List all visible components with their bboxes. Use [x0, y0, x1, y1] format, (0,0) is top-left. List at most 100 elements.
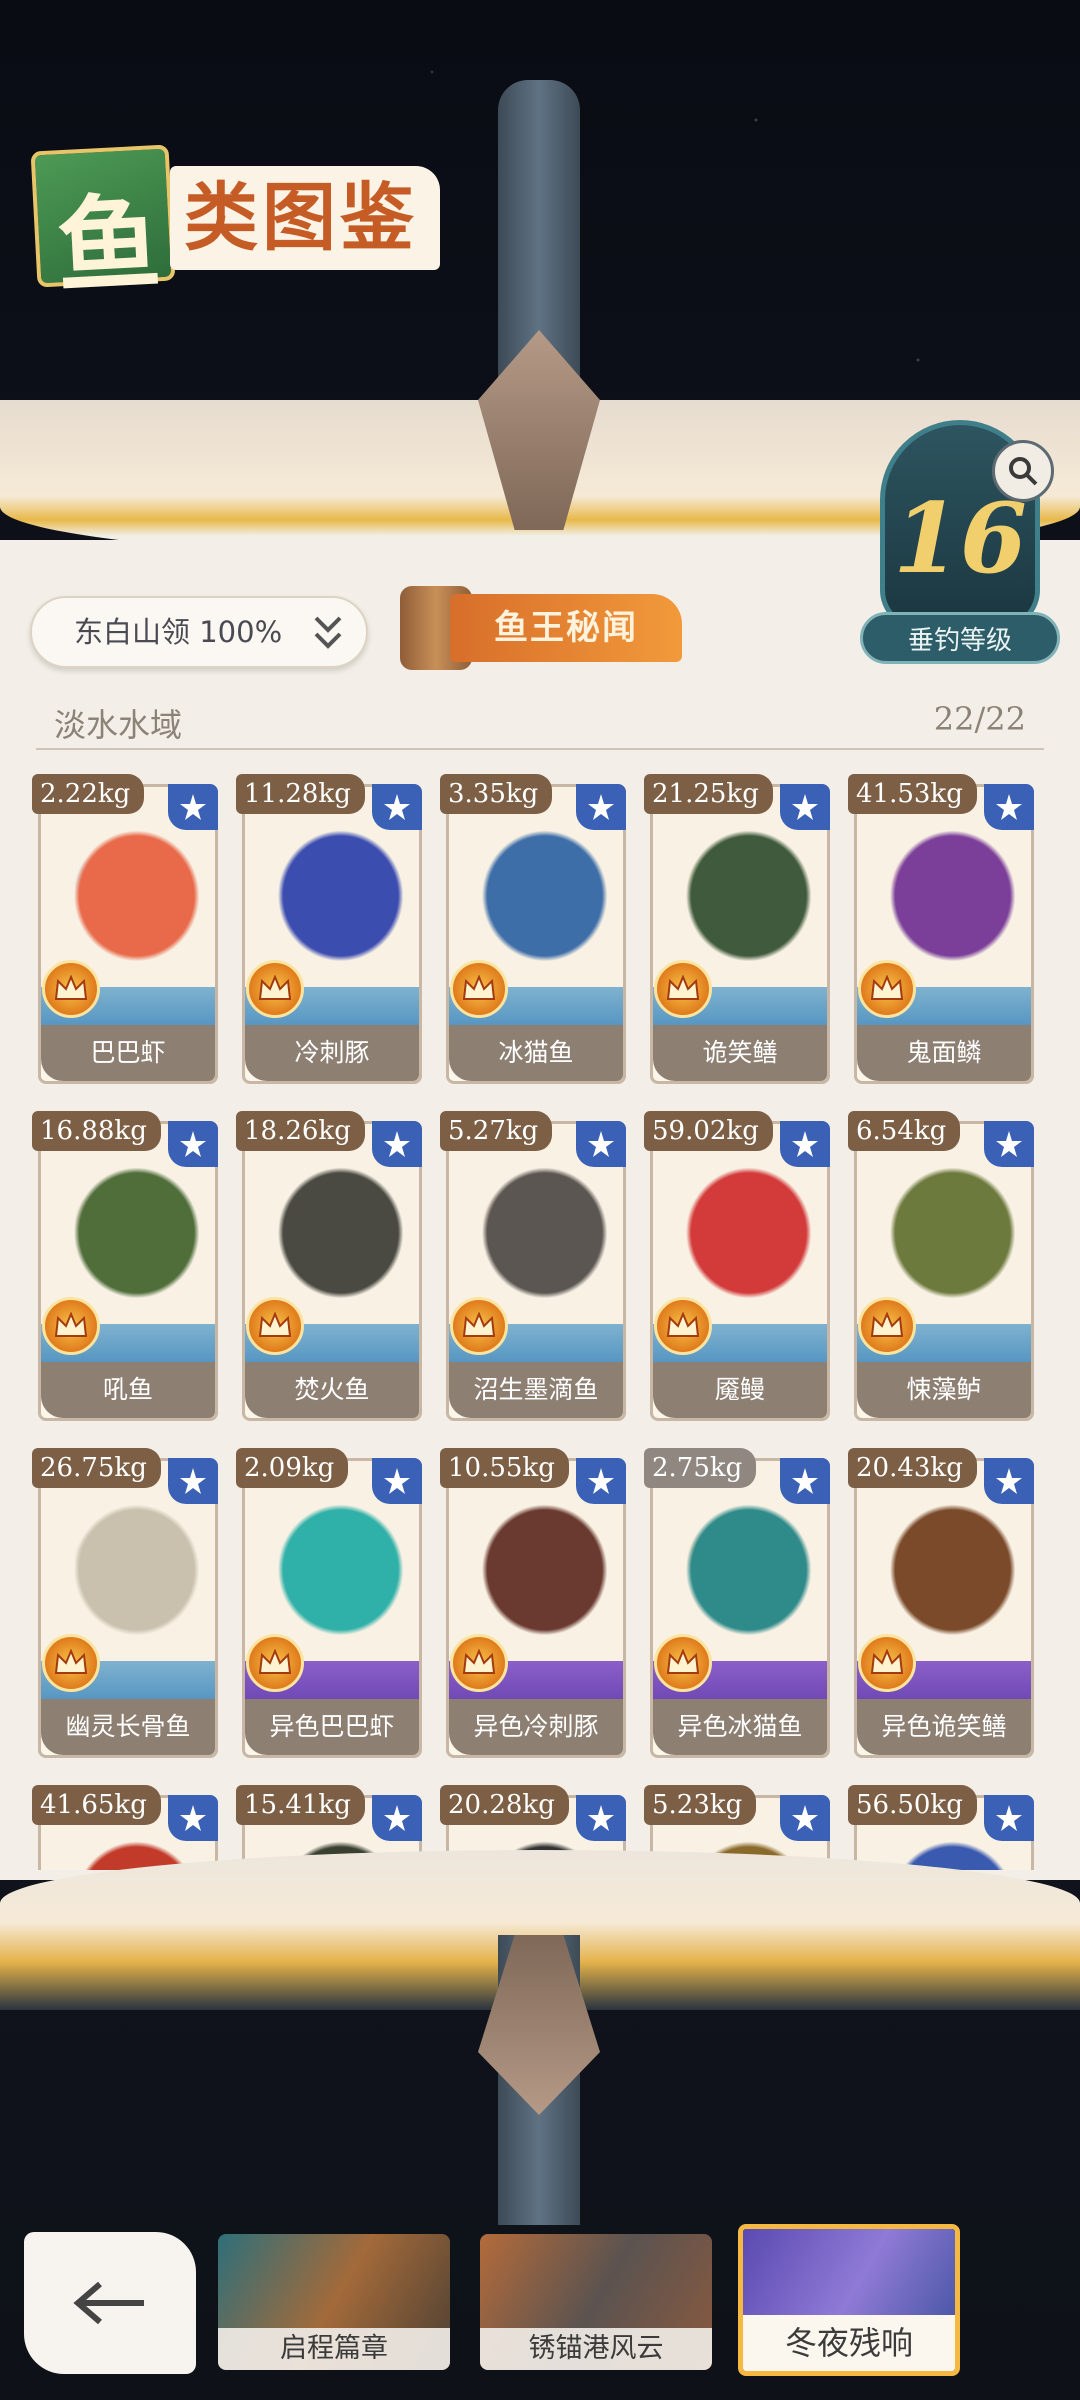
- tab-chapter-2[interactable]: 锈锚港风云: [480, 2234, 712, 2370]
- fish-card[interactable]: 异色冷刺豚 10.55kg: [440, 1448, 626, 1758]
- star-icon: [576, 784, 626, 830]
- fish-card[interactable]: 悚藻鲈 6.54kg: [848, 1111, 1034, 1421]
- crown-icon: [246, 1634, 304, 1692]
- crown-icon: [246, 960, 304, 1018]
- page-title: 鱼 类图鉴: [22, 144, 442, 308]
- fish-card[interactable]: 冰猫鱼 3.35kg: [440, 774, 626, 1084]
- weight-tag: 56.50kg: [848, 1785, 977, 1825]
- star-icon: [780, 1795, 830, 1841]
- section-divider: [36, 748, 1044, 750]
- crown-icon: [450, 1297, 508, 1355]
- fish-name: 吼鱼: [41, 1362, 215, 1418]
- star-icon: [780, 1458, 830, 1504]
- fish-name: 异色冷刺豚: [449, 1699, 623, 1755]
- fish-card[interactable]: 41.65kg: [32, 1785, 218, 1870]
- weight-tag: 16.88kg: [32, 1111, 161, 1151]
- region-dropdown[interactable]: 东白山领 100%: [30, 596, 368, 668]
- region-label: 东白山领 100%: [74, 615, 283, 649]
- back-button[interactable]: [24, 2232, 196, 2374]
- crown-icon: [42, 1634, 100, 1692]
- weight-tag: 26.75kg: [32, 1448, 161, 1488]
- weight-tag: 18.26kg: [236, 1111, 365, 1151]
- tab-label: 启程篇章: [218, 2328, 450, 2370]
- weight-tag: 59.02kg: [644, 1111, 773, 1151]
- weight-tag: 20.28kg: [440, 1785, 569, 1825]
- star-icon: [576, 1795, 626, 1841]
- fish-name: 冷刺豚: [245, 1025, 419, 1081]
- weight-tag: 15.41kg: [236, 1785, 365, 1825]
- fish-card[interactable]: 魇鳗 59.02kg: [644, 1111, 830, 1421]
- crown-icon: [858, 1634, 916, 1692]
- fish-card[interactable]: 鬼面鳞 41.53kg: [848, 774, 1034, 1084]
- weight-tag: 2.75kg: [644, 1448, 757, 1488]
- star-icon: [372, 1795, 422, 1841]
- fish-name: 沼生墨滴鱼: [449, 1362, 623, 1418]
- fish-king-tab[interactable]: 鱼王秘闻: [400, 586, 690, 670]
- fish-card[interactable]: 异色诡笑鳝 20.43kg: [848, 1448, 1034, 1758]
- fish-card[interactable]: 56.50kg: [848, 1785, 1034, 1870]
- search-button[interactable]: [992, 440, 1054, 502]
- search-icon: [1009, 457, 1038, 486]
- weight-tag: 2.22kg: [32, 774, 145, 814]
- title-char: 鱼: [53, 180, 164, 309]
- weight-tag: 5.27kg: [440, 1111, 553, 1151]
- fish-card[interactable]: 异色冰猫鱼 2.75kg: [644, 1448, 830, 1758]
- star-icon: [576, 1121, 626, 1167]
- crown-icon: [450, 1634, 508, 1692]
- fish-king-label: 鱼王秘闻: [450, 594, 682, 662]
- crown-icon: [450, 960, 508, 1018]
- tab-label: 锈锚港风云: [480, 2328, 712, 2370]
- weight-tag: 20.43kg: [848, 1448, 977, 1488]
- star-icon: [984, 1458, 1034, 1504]
- weight-tag: 5.23kg: [644, 1785, 757, 1825]
- fish-card[interactable]: 冷刺豚 11.28kg: [236, 774, 422, 1084]
- fish-card[interactable]: 诡笑鳝 21.25kg: [644, 774, 830, 1084]
- star-icon: [168, 1795, 218, 1841]
- fish-name: 诡笑鳝: [653, 1025, 827, 1081]
- fish-name: 异色巴巴虾: [245, 1699, 419, 1755]
- tab-chapter-3[interactable]: 冬夜残响: [738, 2224, 960, 2376]
- star-icon: [984, 1121, 1034, 1167]
- title-emblem: 鱼: [30, 144, 176, 308]
- fish-card[interactable]: 幽灵长骨鱼 26.75kg: [32, 1448, 218, 1758]
- star-icon: [780, 784, 830, 830]
- fish-card[interactable]: 巴巴虾 2.22kg: [32, 774, 218, 1084]
- tab-chapter-1[interactable]: 启程篇章: [218, 2234, 450, 2370]
- tab-label: 冬夜残响: [743, 2315, 955, 2371]
- star-icon: [984, 1795, 1034, 1841]
- crown-icon: [42, 960, 100, 1018]
- weight-tag: 10.55kg: [440, 1448, 569, 1488]
- weight-tag: 41.65kg: [32, 1785, 161, 1825]
- fish-card[interactable]: 焚火鱼 18.26kg: [236, 1111, 422, 1421]
- fish-name: 冰猫鱼: [449, 1025, 623, 1081]
- fish-card[interactable]: 吼鱼 16.88kg: [32, 1111, 218, 1421]
- star-icon: [168, 1458, 218, 1504]
- title-text: 类图鉴: [170, 166, 440, 270]
- weight-tag: 41.53kg: [848, 774, 977, 814]
- weight-tag: 21.25kg: [644, 774, 773, 814]
- weight-tag: 2.09kg: [236, 1448, 349, 1488]
- level-label: 垂钓等级: [860, 612, 1060, 664]
- fish-grid: 巴巴虾 2.22kg 冷刺豚 11.28kg 冰猫鱼 3.35kg 诡笑鳝 21.25kg 鬼面…: [32, 774, 1048, 1870]
- fish-name: 鬼面鳞: [857, 1025, 1031, 1081]
- fish-card[interactable]: 沼生墨滴鱼 5.27kg: [440, 1111, 626, 1421]
- star-icon: [576, 1458, 626, 1504]
- crown-icon: [654, 1297, 712, 1355]
- fish-name: 异色冰猫鱼: [653, 1699, 827, 1755]
- crown-icon: [246, 1297, 304, 1355]
- crown-icon: [654, 960, 712, 1018]
- section-count: 22/22: [933, 700, 1026, 738]
- weight-tag: 6.54kg: [848, 1111, 961, 1151]
- star-icon: [984, 784, 1034, 830]
- star-icon: [372, 1458, 422, 1504]
- fish-name: 魇鳗: [653, 1362, 827, 1418]
- star-icon: [780, 1121, 830, 1167]
- fish-name: 焚火鱼: [245, 1362, 419, 1418]
- weight-tag: 3.35kg: [440, 774, 553, 814]
- fish-name: 异色诡笑鳝: [857, 1699, 1031, 1755]
- back-arrow-icon: [73, 2281, 144, 2325]
- crown-icon: [858, 1297, 916, 1355]
- fish-card[interactable]: 异色巴巴虾 2.09kg: [236, 1448, 422, 1758]
- star-icon: [372, 784, 422, 830]
- weight-tag: 11.28kg: [236, 774, 365, 814]
